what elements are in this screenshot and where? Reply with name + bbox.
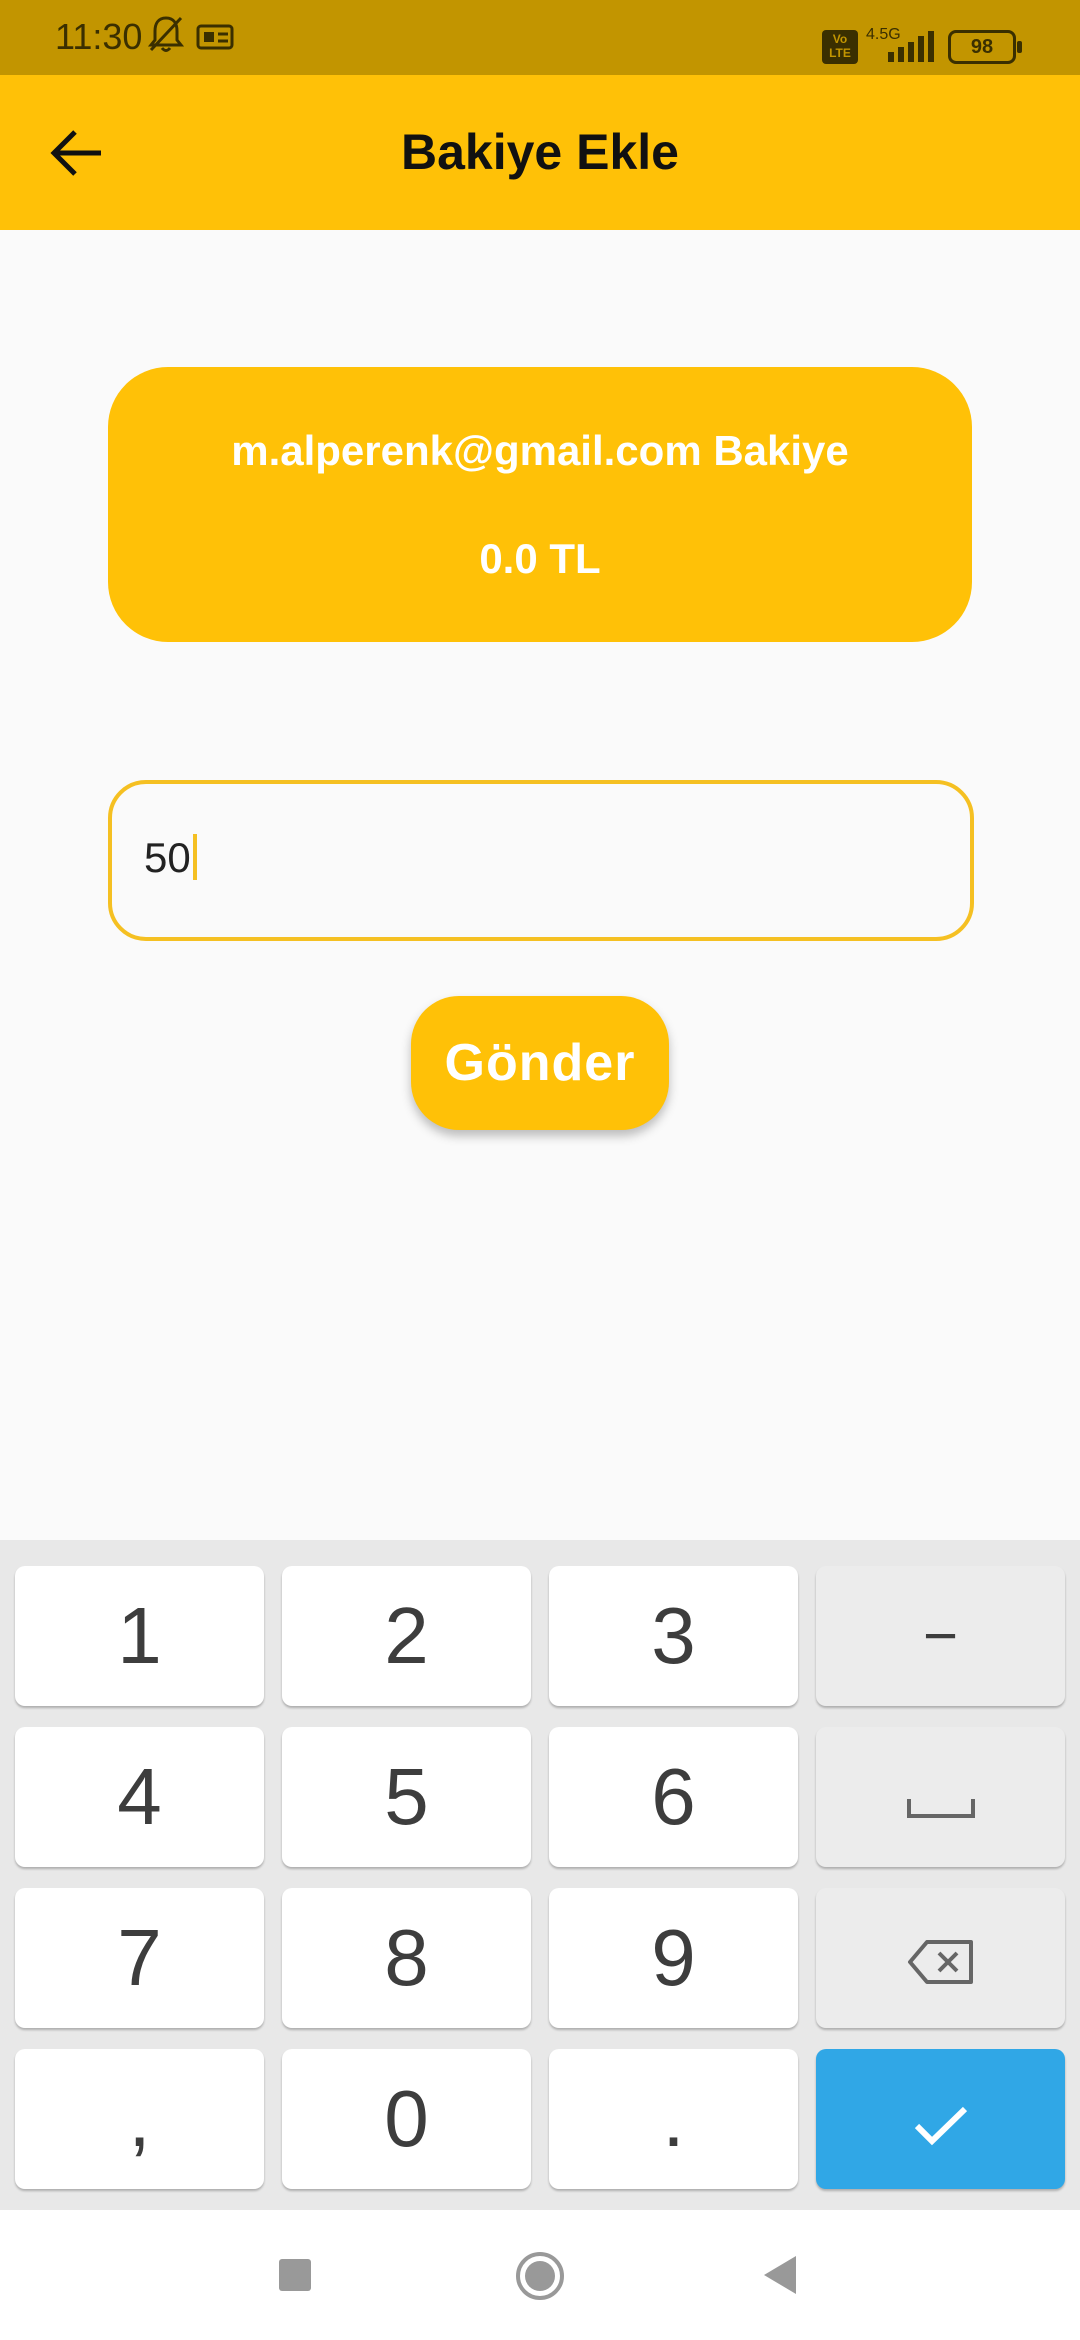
checkmark-icon — [914, 2106, 967, 2146]
key-4[interactable]: 4 — [15, 1727, 264, 1867]
key-6[interactable]: 6 — [549, 1727, 798, 1867]
balance-amount: 0.0 TL — [479, 535, 601, 582]
key-dot[interactable]: . — [549, 2049, 798, 2189]
backspace-icon — [907, 1940, 973, 1984]
key-5[interactable]: 5 — [282, 1727, 531, 1867]
back-triangle-icon[interactable] — [762, 2254, 798, 2296]
media-icon — [196, 24, 234, 50]
key-backspace[interactable] — [816, 1888, 1065, 2028]
key-0[interactable]: 0 — [282, 2049, 531, 2189]
home-icon[interactable] — [514, 2250, 566, 2302]
key-9[interactable]: 9 — [549, 1888, 798, 2028]
numeric-keyboard: 1 2 3 − 4 5 6 7 8 9 , 0 . — [0, 1540, 1080, 2210]
status-bar: 11:30 Vo LTE 4.5G 98 — [0, 0, 1080, 75]
key-confirm[interactable] — [816, 2049, 1065, 2189]
key-7[interactable]: 7 — [15, 1888, 264, 2028]
key-2[interactable]: 2 — [282, 1566, 531, 1706]
key-space[interactable] — [816, 1727, 1065, 1867]
key-3[interactable]: 3 — [549, 1566, 798, 1706]
space-icon — [906, 1799, 975, 1818]
status-time: 11:30 — [55, 16, 143, 57]
amount-input-value: 50 — [144, 834, 197, 882]
app-bar: Bakiye Ekle — [0, 75, 1080, 230]
key-8[interactable]: 8 — [282, 1888, 531, 2028]
volte-icon: Vo LTE — [822, 30, 858, 64]
signal-icon — [888, 31, 934, 62]
balance-email-label: m.alperenk@gmail.com Bakiye — [231, 427, 849, 474]
bell-off-icon — [148, 16, 184, 52]
recents-icon[interactable] — [278, 2258, 312, 2292]
battery-icon: 98 — [948, 30, 1022, 64]
system-nav-bar — [0, 2210, 1080, 2340]
balance-card: m.alperenk@gmail.com Bakiye 0.0 TL — [108, 367, 972, 642]
key-minus[interactable]: − — [816, 1566, 1065, 1706]
page-title: Bakiye Ekle — [401, 124, 679, 180]
amount-input[interactable]: 50 — [108, 780, 974, 941]
key-comma[interactable]: , — [15, 2049, 264, 2189]
key-1[interactable]: 1 — [15, 1566, 264, 1706]
send-button[interactable]: Gönder — [411, 996, 669, 1130]
text-caret — [192, 834, 197, 880]
